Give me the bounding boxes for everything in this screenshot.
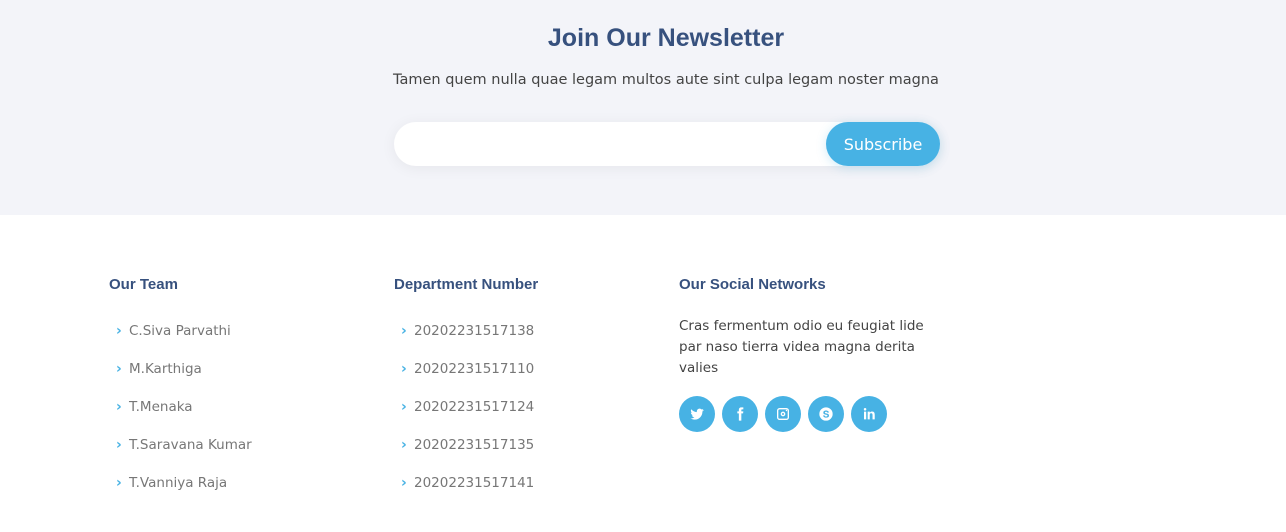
team-item-link[interactable]: T.Menaka — [129, 398, 193, 416]
newsletter-subtitle: Tamen quem nulla quae legam multos aute … — [393, 72, 939, 88]
department-list: › 20202231517138 › 20202231517110 › 2020223… — [394, 322, 654, 512]
chevron-right-icon: › — [116, 437, 122, 453]
newsletter-form: Subscribe — [394, 122, 940, 166]
skype-button[interactable] — [808, 396, 844, 432]
team-item[interactable]: › T.Vanniya Raja — [109, 474, 369, 512]
social-description: Cras fermentum odio eu feugiat lide par … — [679, 318, 924, 376]
chevron-right-icon: › — [116, 361, 122, 377]
department-item[interactable]: › 20202231517138 — [394, 322, 654, 360]
chevron-right-icon: › — [401, 399, 407, 415]
chevron-right-icon: › — [116, 475, 122, 491]
team-item-link[interactable]: T.Saravana Kumar — [129, 436, 252, 454]
linkedin-icon — [863, 408, 875, 420]
team-list: › C.Siva Parvathi › M.Karthiga › T.Menaka ›… — [109, 322, 369, 512]
team-item-link[interactable]: T.Vanniya Raja — [129, 474, 227, 492]
instagram-button[interactable] — [765, 396, 801, 432]
facebook-button[interactable] — [722, 396, 758, 432]
team-item-link[interactable]: C.Siva Parvathi — [129, 322, 231, 340]
department-item[interactable]: › 20202231517135 — [394, 436, 654, 474]
team-item[interactable]: › T.Menaka — [109, 398, 369, 436]
chevron-right-icon: › — [116, 399, 122, 415]
twitter-button[interactable] — [679, 396, 715, 432]
subscribe-button[interactable]: Subscribe — [826, 122, 940, 166]
department-item-link[interactable]: 20202231517138 — [414, 322, 534, 340]
facebook-icon — [737, 407, 744, 421]
social-column: Our Social Networks Cras fermentum odio … — [679, 276, 939, 432]
linkedin-button[interactable] — [851, 396, 887, 432]
team-column: Our Team › C.Siva Parvathi › M.Karthiga › T… — [109, 276, 369, 512]
department-item[interactable]: › 20202231517141 — [394, 474, 654, 512]
social-links — [679, 396, 939, 432]
newsletter-section: Join Our Newsletter Tamen quem nulla qua… — [0, 0, 1286, 215]
team-item[interactable]: › C.Siva Parvathi — [109, 322, 369, 360]
department-item[interactable]: › 20202231517110 — [394, 360, 654, 398]
chevron-right-icon: › — [401, 437, 407, 453]
newsletter-title: Join Our Newsletter — [547, 24, 785, 52]
social-title: Our Social Networks — [679, 276, 826, 293]
department-column: Department Number › 20202231517138 › 20202… — [394, 276, 654, 512]
chevron-right-icon: › — [401, 475, 407, 491]
team-title: Our Team — [109, 276, 178, 293]
newsletter-email-input[interactable] — [412, 122, 822, 166]
team-item[interactable]: › T.Saravana Kumar — [109, 436, 369, 474]
chevron-right-icon: › — [116, 323, 122, 339]
skype-icon — [819, 407, 833, 421]
team-item-link[interactable]: M.Karthiga — [129, 360, 202, 378]
department-item-link[interactable]: 20202231517110 — [414, 360, 534, 378]
chevron-right-icon: › — [401, 361, 407, 377]
department-item-link[interactable]: 20202231517135 — [414, 436, 534, 454]
chevron-right-icon: › — [401, 323, 407, 339]
instagram-icon — [777, 408, 789, 420]
department-item-link[interactable]: 20202231517124 — [414, 398, 534, 416]
department-item-link[interactable]: 20202231517141 — [414, 474, 534, 492]
team-item[interactable]: › M.Karthiga — [109, 360, 369, 398]
twitter-icon — [690, 408, 704, 420]
department-item[interactable]: › 20202231517124 — [394, 398, 654, 436]
department-title: Department Number — [394, 276, 539, 293]
